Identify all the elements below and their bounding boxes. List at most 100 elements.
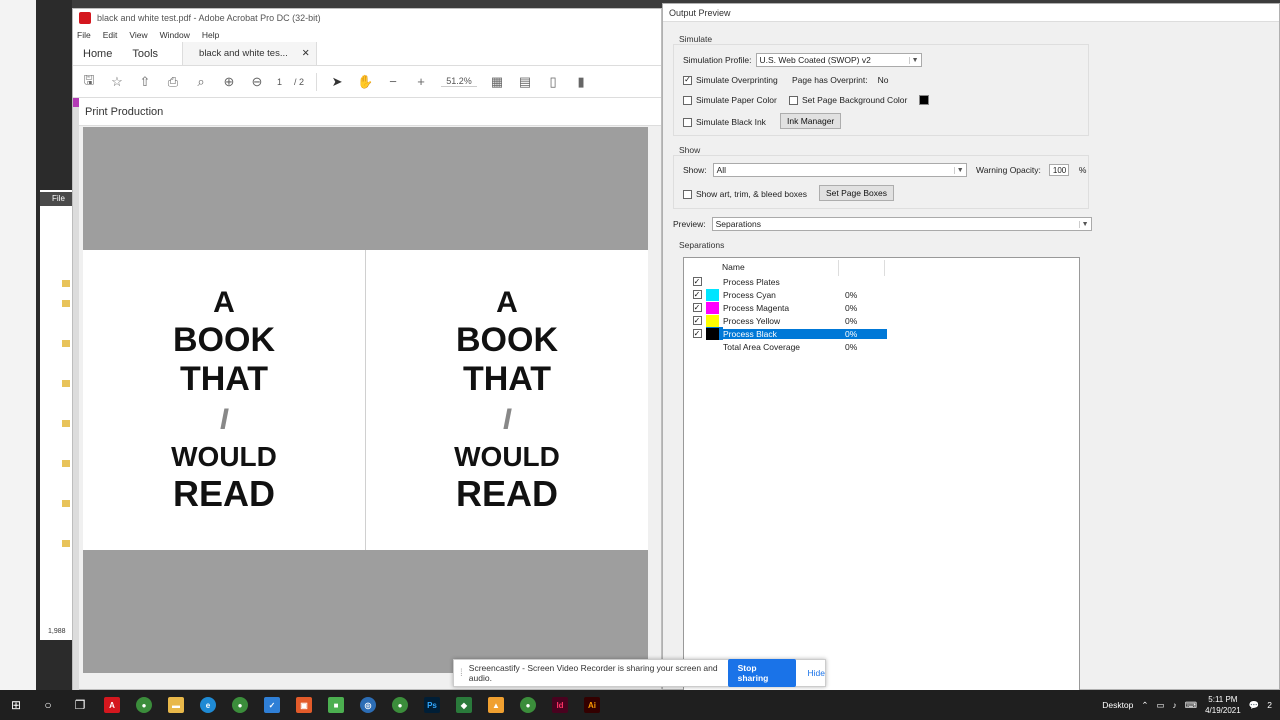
chrome-icon[interactable]: ● — [224, 690, 256, 720]
page-overprint-row: Page has Overprint: No — [792, 75, 888, 85]
separation-row-yellow[interactable]: ✓ Process Yellow 0% — [688, 314, 887, 327]
fit-page-icon[interactable]: ▦ — [489, 74, 505, 90]
word-i: I — [502, 403, 512, 437]
select-tool-icon[interactable]: ➤ — [329, 74, 345, 90]
language-icon[interactable]: ⌨ — [1185, 700, 1197, 711]
clock[interactable]: 5:11 PM 4/19/2021 — [1205, 694, 1241, 716]
print-production-bar: Print Production — [73, 98, 661, 126]
page-up-icon[interactable]: ⊕ — [221, 74, 237, 90]
star-icon[interactable]: ☆ — [109, 74, 125, 90]
search-icon[interactable]: ⌕ — [193, 74, 209, 90]
close-tab-icon[interactable]: ✕ — [302, 48, 310, 59]
save-icon[interactable]: 🖫 — [81, 71, 97, 93]
separation-row-total[interactable]: Total Area Coverage 0% — [688, 340, 887, 353]
file-explorer-icon[interactable]: ▬ — [160, 690, 192, 720]
indesign-icon[interactable]: Id — [544, 690, 576, 720]
process-yellow-checkbox[interactable]: ✓ — [692, 316, 702, 325]
app-icon[interactable]: ▣ — [288, 690, 320, 720]
stop-sharing-button[interactable]: Stop sharing — [727, 659, 796, 687]
notification-count: 2 — [1267, 700, 1272, 710]
taskbar: ⊞ ○ ❐ A ● ▬ e ● ✓ ▣ ■ ◎ ● Ps ◆ ▲ ● Id Ai… — [0, 690, 1280, 720]
chrome-icon[interactable]: ● — [384, 690, 416, 720]
background-window-left — [0, 0, 36, 690]
simulate-overprinting-checkbox[interactable]: ✓ — [683, 75, 692, 85]
word-a: A — [496, 286, 518, 320]
tab-tools[interactable]: Tools — [122, 42, 168, 65]
notifications-icon[interactable]: 💬 — [1249, 700, 1260, 711]
volume-icon[interactable]: ♪ — [1173, 700, 1177, 710]
photoshop-icon[interactable]: Ps — [416, 690, 448, 720]
page-down-icon[interactable]: ⊖ — [249, 74, 265, 90]
set-page-boxes-button[interactable]: Set Page Boxes — [819, 185, 894, 201]
separation-row-magenta[interactable]: ✓ Process Magenta 0% — [688, 301, 887, 314]
desktop-toolbar-label[interactable]: Desktop — [1102, 700, 1133, 710]
menu-view[interactable]: View — [129, 30, 147, 40]
preview-select[interactable]: Separations ▼ — [711, 217, 1092, 231]
page-number-input[interactable]: 1 — [277, 77, 282, 87]
network-icon[interactable]: ▭ — [1157, 700, 1165, 711]
word-that: THAT — [179, 360, 269, 399]
upload-icon[interactable]: ⇧ — [137, 74, 153, 90]
show-value: All — [716, 165, 727, 175]
hide-button[interactable]: Hide — [808, 668, 825, 678]
menu-edit[interactable]: Edit — [103, 30, 118, 40]
page-right-half: A BOOK THAT I WOULD READ — [366, 250, 648, 550]
show-select[interactable]: All ▼ — [712, 163, 967, 177]
share-icon[interactable]: ▮ — [573, 74, 589, 90]
separation-name: Process Yellow — [723, 315, 781, 326]
menu-help[interactable]: Help — [202, 30, 219, 40]
chrome-icon[interactable]: ● — [512, 690, 544, 720]
edge-icon[interactable]: e — [192, 690, 224, 720]
menu-file[interactable]: File — [77, 30, 91, 40]
process-cyan-checkbox[interactable]: ✓ — [692, 290, 702, 299]
separation-row-black[interactable]: ✓ Process Black 0% — [688, 327, 887, 340]
page-bg-color-swatch[interactable] — [919, 95, 929, 105]
drag-handle-icon[interactable]: ⁞ — [460, 668, 463, 679]
process-black-checkbox[interactable]: ✓ — [692, 329, 702, 338]
separation-row-process-plates[interactable]: ✓ Process Plates — [688, 275, 887, 288]
separation-row-cyan[interactable]: ✓ Process Cyan 0% — [688, 288, 887, 301]
document-viewport[interactable]: A BOOK THAT I WOULD READ A BOOK THAT I W… — [83, 127, 648, 673]
chevron-up-icon[interactable]: ⌃ — [1141, 700, 1148, 711]
process-plates-checkbox[interactable]: ✓ — [692, 277, 702, 286]
simulation-profile-select[interactable]: U.S. Web Coated (SWOP) v2 ▼ — [755, 53, 922, 67]
simulate-black-ink-checkbox[interactable] — [683, 117, 692, 127]
column-name-header: Name — [722, 262, 745, 272]
background-explorer-panel — [40, 190, 72, 640]
windows-start-icon[interactable]: ⊞ — [0, 690, 32, 720]
illustrator-icon[interactable]: Ai — [576, 690, 608, 720]
menu-window[interactable]: Window — [160, 30, 190, 40]
task-view-icon[interactable]: ❐ — [64, 690, 96, 720]
pdf-page: A BOOK THAT I WOULD READ A BOOK THAT I W… — [83, 250, 648, 550]
zoom-out-icon[interactable]: − — [385, 74, 401, 89]
todo-icon[interactable]: ✓ — [256, 690, 288, 720]
app-icon[interactable]: ■ — [320, 690, 352, 720]
print-icon[interactable]: ⎙ — [165, 74, 181, 90]
tab-document[interactable]: black and white tes... ✕ — [182, 42, 317, 65]
app-icon[interactable]: ◆ — [448, 690, 480, 720]
acrobat-taskbar-icon[interactable]: A — [96, 690, 128, 720]
process-magenta-checkbox[interactable]: ✓ — [692, 303, 702, 312]
simulate-black-ink-label: Simulate Black Ink — [696, 117, 766, 127]
warning-opacity-input[interactable]: 100 — [1048, 164, 1069, 176]
zoom-level-input[interactable]: 51.2% — [441, 76, 478, 87]
folder-icon — [62, 300, 70, 307]
document-icon[interactable]: ▯ — [545, 74, 561, 90]
app-icon[interactable]: ◎ — [352, 690, 384, 720]
separation-name: Process Black — [723, 328, 841, 339]
search-icon[interactable]: ○ — [32, 690, 64, 720]
column-divider — [838, 260, 839, 276]
separation-percent: 0% — [845, 289, 858, 300]
page-total: / 2 — [294, 76, 305, 87]
simulate-paper-color-checkbox[interactable] — [683, 95, 692, 105]
tab-home[interactable]: Home — [73, 42, 122, 65]
ink-manager-button[interactable]: Ink Manager — [780, 113, 842, 129]
clock-time: 5:11 PM — [1208, 695, 1238, 704]
hand-tool-icon[interactable]: ✋ — [357, 74, 373, 90]
scroll-mode-icon[interactable]: ▤ — [517, 74, 533, 90]
set-page-bg-checkbox[interactable] — [789, 95, 798, 105]
zoom-in-icon[interactable]: + — [413, 74, 429, 89]
chrome-icon[interactable]: ● — [128, 690, 160, 720]
app-icon[interactable]: ▲ — [480, 690, 512, 720]
show-boxes-checkbox[interactable] — [683, 189, 692, 199]
